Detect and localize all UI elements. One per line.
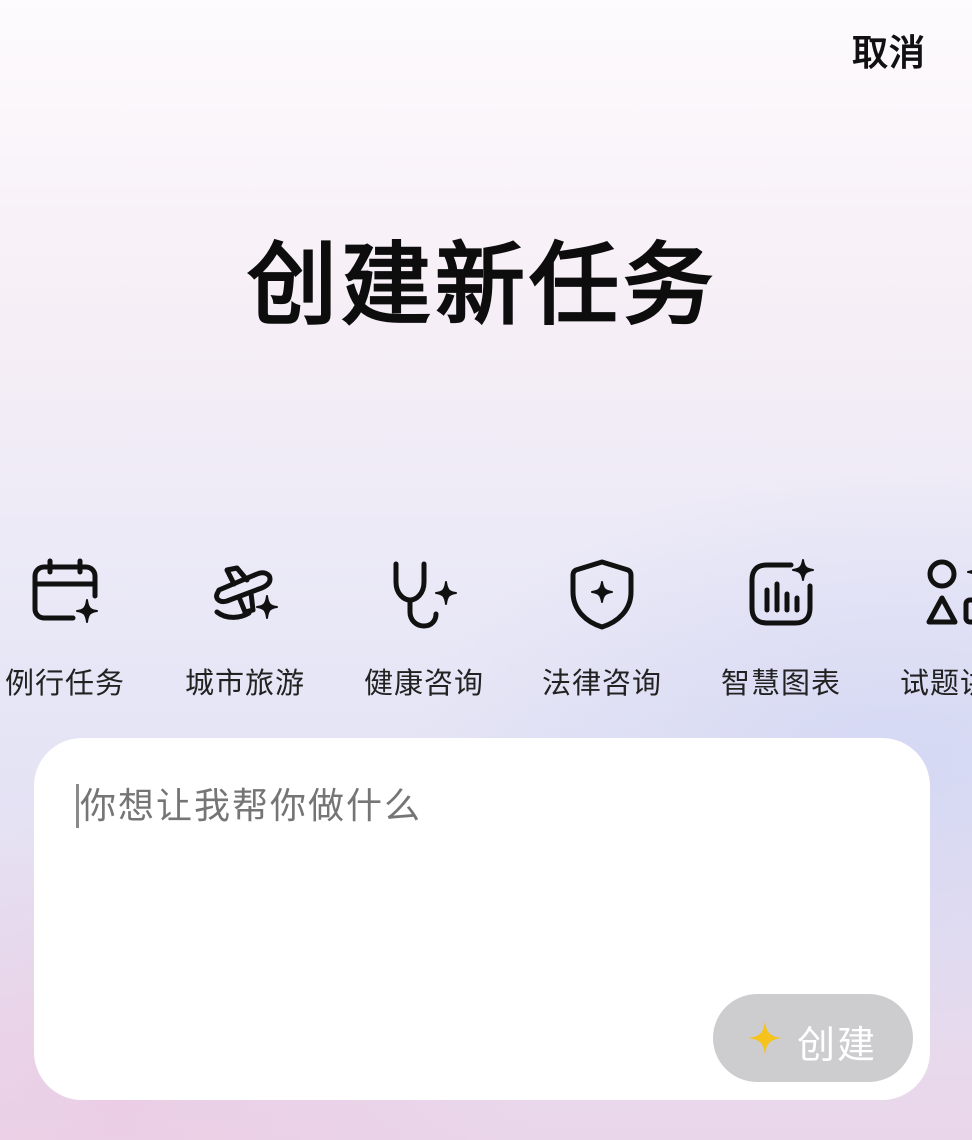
text-caret xyxy=(76,784,79,828)
category-health-consult[interactable]: 健康咨询 xyxy=(339,556,509,706)
category-label: 智慧图表 xyxy=(720,666,841,700)
prompt-input[interactable] xyxy=(80,778,780,834)
create-button[interactable]: 创建 xyxy=(713,994,913,1082)
page-title: 创建新任务 xyxy=(247,233,717,338)
category-label: 例行任务 xyxy=(4,666,125,700)
bar-chart-sparkle-icon xyxy=(743,556,819,632)
category-routine-task[interactable]: 例行任务 xyxy=(0,556,150,706)
category-exam-explain[interactable]: 试题讲解 xyxy=(875,556,972,706)
create-button-label: 创建 xyxy=(797,1023,878,1067)
shield-sparkle-icon xyxy=(564,556,640,632)
category-legal-consult[interactable]: 法律咨询 xyxy=(517,556,687,706)
calendar-sparkle-icon xyxy=(27,556,103,632)
shapes-icon xyxy=(922,556,972,632)
category-label: 法律咨询 xyxy=(541,666,662,700)
category-label: 城市旅游 xyxy=(184,666,305,700)
cancel-button[interactable]: 取消 xyxy=(852,24,926,76)
category-city-travel[interactable]: 城市旅游 xyxy=(160,556,330,706)
sparkle-icon xyxy=(747,1020,783,1056)
category-smart-chart[interactable]: 智慧图表 xyxy=(696,556,866,706)
category-list: 例行任务 城市旅游 健康咨询 法律咨询 智慧图表 试题 xyxy=(0,556,972,706)
airplane-sparkle-icon xyxy=(207,556,283,632)
stethoscope-sparkle-icon xyxy=(386,556,462,632)
category-label: 试题讲解 xyxy=(899,666,972,700)
category-label: 健康咨询 xyxy=(363,666,484,700)
